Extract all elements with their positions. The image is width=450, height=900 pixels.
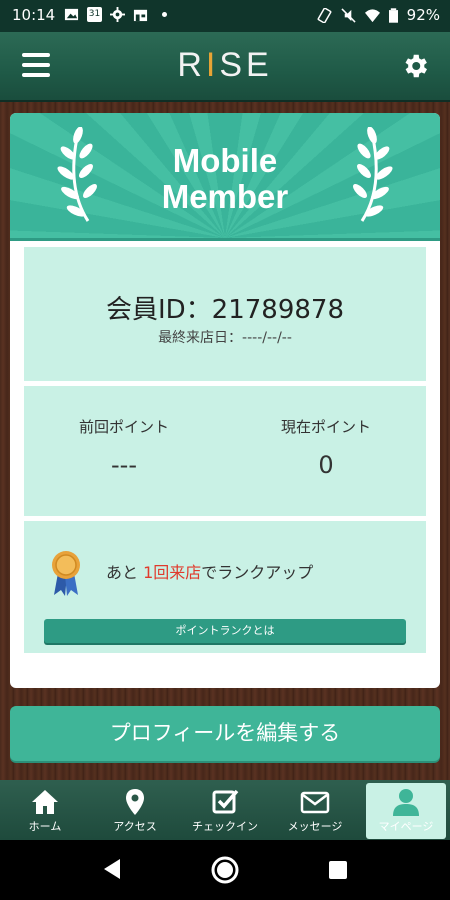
recents-icon[interactable] [328,860,348,880]
rank-visits-remaining: 1回来店 [143,563,202,582]
battery-percent: 92% [406,6,440,24]
app-header: RISE [0,32,450,102]
current-points: 現在ポイント 0 [226,416,426,479]
points-panel: 前回ポイント --- 現在ポイント 0 [24,386,426,516]
status-time: 10:14 [12,6,56,24]
wifi-icon [364,8,380,22]
map-pin-icon [126,789,144,815]
image-icon [64,8,79,21]
member-card: Mobile Member 会員ID：21789878 最終来店日：----/-… [10,113,440,688]
last-visit-date: 最終来店日：----/--/-- [158,330,292,346]
rank-panel: あと 1回来店でランクアップ ポイントランクとは [24,521,426,653]
store-icon [133,9,148,22]
rank-up-message: あと 1回来店でランクアップ [106,563,314,582]
app-logo: RISE [177,46,273,84]
back-icon[interactable] [102,857,122,881]
card-banner: Mobile Member [10,113,440,241]
mute-icon [341,7,356,23]
laurel-icon [353,127,393,222]
user-icon [393,789,419,816]
nav-checkin[interactable]: チェックイン [180,780,270,840]
screen-rotate-icon [317,7,332,23]
home-icon [32,790,58,814]
member-id: 会員ID：21789878 [105,295,345,325]
status-bar: 10:14 31 92% [0,0,450,32]
edit-profile-button[interactable]: プロフィールを編集する [10,706,440,761]
previous-points-value: --- [111,451,137,479]
bottom-nav: ホーム アクセス チェックイン メッセージ マイページ [0,780,450,840]
current-points-label: 現在ポイント [280,418,371,436]
battery-icon [388,7,398,23]
previous-points-label: 前回ポイント [78,418,169,436]
gear-icon[interactable] [400,51,430,81]
checkbox-icon [212,789,239,814]
home-button-icon[interactable] [210,855,240,885]
point-rank-info-button[interactable]: ポイントランクとは [44,619,406,643]
member-id-panel: 会員ID：21789878 最終来店日：----/--/-- [24,247,426,381]
nav-home[interactable]: ホーム [0,780,90,840]
nav-access[interactable]: アクセス [90,780,180,840]
dot-icon [162,12,167,17]
medal-icon [52,551,80,596]
mail-icon [300,791,330,814]
current-points-value: 0 [318,451,334,479]
nav-message[interactable]: メッセージ [270,780,360,840]
settings-icon [110,7,125,22]
calendar-icon: 31 [87,7,102,22]
previous-points: 前回ポイント --- [24,416,224,479]
nav-mypage[interactable]: マイページ [366,783,446,839]
system-nav-bar [0,840,450,900]
